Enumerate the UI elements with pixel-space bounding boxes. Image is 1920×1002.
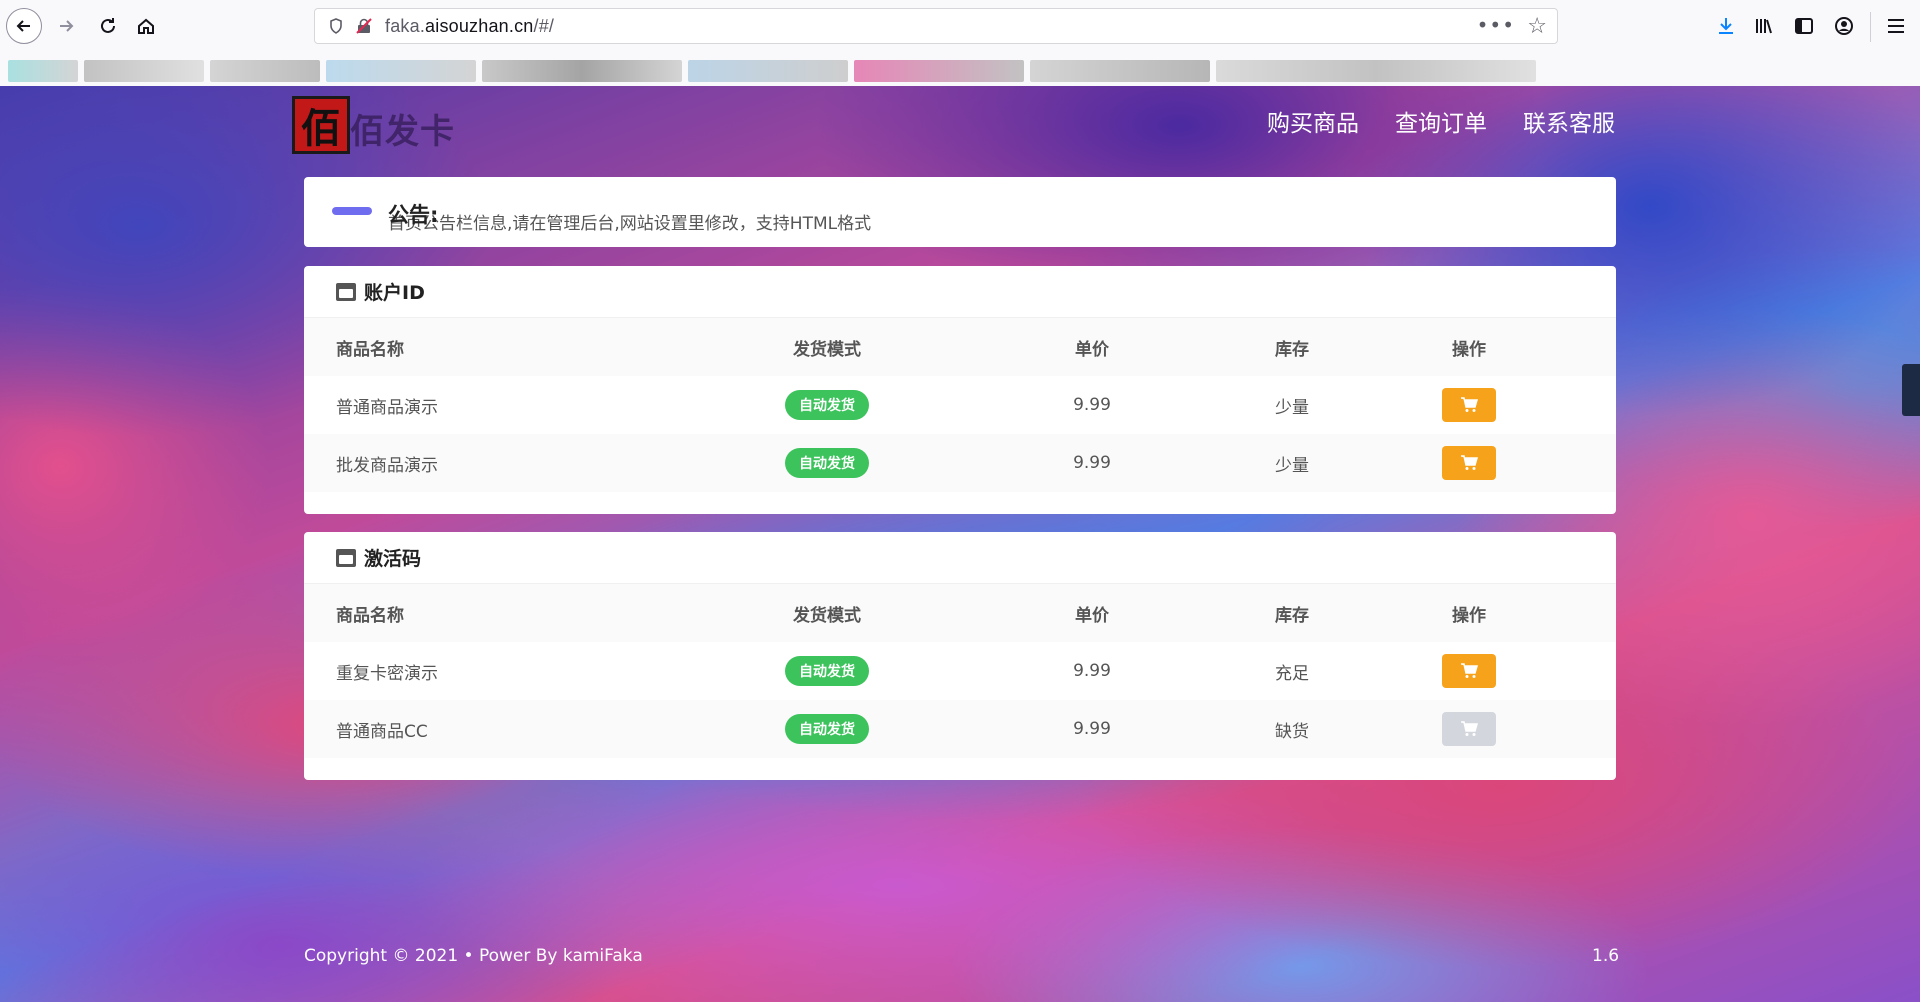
header-mode: 发货模式 (793, 605, 861, 626)
category-card: 账户ID 商品名称 发货模式 单价 库存 操作 普通商品演示 自动发货 9.99… (304, 266, 1616, 514)
url-text[interactable]: faka.aisouzhan.cn/#/ (385, 16, 554, 37)
header-stock: 库存 (1275, 339, 1309, 360)
bookmark-item[interactable] (688, 60, 848, 82)
delivery-badge: 自动发货 (785, 448, 869, 478)
bookmark-item[interactable] (210, 60, 320, 82)
header-name: 商品名称 (336, 339, 404, 360)
table-row: 重复卡密演示 自动发货 9.99 充足 (304, 642, 1616, 700)
bookmark-item[interactable] (326, 60, 476, 82)
bookmark-item[interactable] (854, 60, 1024, 82)
bookmarks-bar (0, 56, 1920, 86)
download-icon[interactable] (1710, 10, 1742, 42)
nav-buy-products[interactable]: 购买商品 (1267, 104, 1359, 138)
product-name: 普通商品演示 (336, 397, 438, 418)
site-nav: 购买商品 查询订单 联系客服 (1267, 104, 1615, 138)
product-price: 9.99 (1073, 661, 1111, 681)
footer-version: 1.6 (1592, 946, 1620, 966)
product-name: 重复卡密演示 (336, 663, 438, 684)
table-row: 普通商品演示 自动发货 9.99 少量 (304, 376, 1616, 434)
product-name: 普通商品CC (336, 721, 428, 742)
category-title: 账户ID (364, 282, 425, 304)
product-stock: 充足 (1275, 663, 1309, 684)
bookmark-item[interactable] (482, 60, 682, 82)
logo-mark: 佰 (292, 96, 350, 154)
browser-toolbar: faka.aisouzhan.cn/#/ ••• ☆ (0, 0, 1920, 86)
bookmark-star-icon[interactable]: ☆ (1527, 14, 1547, 39)
product-price: 9.99 (1073, 453, 1111, 473)
back-button[interactable] (6, 8, 42, 44)
notice-text: 首页公告栏信息,请在管理后台,网站设置里修改，支持HTML格式 (388, 214, 872, 234)
product-name: 批发商品演示 (336, 455, 438, 476)
category-header: 账户ID (304, 266, 1616, 318)
header-op: 操作 (1452, 339, 1486, 360)
delivery-badge: 自动发货 (785, 656, 869, 686)
delivery-badge: 自动发货 (785, 714, 869, 744)
insecure-lock-icon[interactable] (353, 15, 375, 37)
footer-copyright: Copyright © 2021 • Power By kamiFaka (304, 946, 643, 966)
buy-button[interactable] (1442, 654, 1496, 688)
product-price: 9.99 (1073, 395, 1111, 415)
cart-icon (1461, 721, 1478, 736)
product-stock: 缺货 (1275, 721, 1309, 742)
page-background: 佰 佰发卡 购买商品 查询订单 联系客服 首页公告栏信息,请在管理后台,网站设置… (0, 86, 1920, 1002)
home-icon (138, 18, 154, 34)
logo-name: 佰发卡 (350, 112, 455, 152)
home-button[interactable] (128, 8, 164, 44)
product-stock: 少量 (1275, 455, 1309, 476)
page-actions-button[interactable]: ••• (1477, 13, 1515, 37)
table-header: 商品名称 发货模式 单价 库存 操作 (304, 584, 1616, 642)
header-mode: 发货模式 (793, 339, 861, 360)
nav-query-order[interactable]: 查询订单 (1395, 104, 1487, 138)
arrow-left-icon (16, 20, 30, 32)
header-name: 商品名称 (336, 605, 404, 626)
header-op: 操作 (1452, 605, 1486, 626)
toolbar-divider (1870, 12, 1871, 42)
notice-accent-bar (332, 207, 372, 215)
store-icon (336, 548, 356, 567)
bookmark-item[interactable] (84, 60, 204, 82)
notice-title: 公告: (388, 203, 439, 227)
sidebar-icon[interactable] (1788, 10, 1820, 42)
buy-button[interactable] (1442, 388, 1496, 422)
table-row: 普通商品CC 自动发货 9.99 缺货 (304, 700, 1616, 758)
store-icon (336, 282, 356, 301)
cart-icon (1461, 663, 1478, 678)
header-price: 单价 (1075, 339, 1109, 360)
site-logo[interactable]: 佰 佰发卡 (292, 94, 470, 158)
notice-card: 首页公告栏信息,请在管理后台,网站设置里修改，支持HTML格式 公告: (304, 177, 1616, 247)
category-header: 激活码 (304, 532, 1616, 584)
reload-icon (101, 18, 115, 33)
buy-button[interactable] (1442, 446, 1496, 480)
bookmark-item[interactable] (1030, 60, 1210, 82)
header-price: 单价 (1075, 605, 1109, 626)
delivery-badge: 自动发货 (785, 390, 869, 420)
category-title: 激活码 (364, 548, 422, 570)
hamburger-menu-icon[interactable] (1880, 10, 1912, 42)
library-icon[interactable] (1748, 10, 1780, 42)
shield-icon[interactable] (325, 15, 347, 37)
side-widget-tab[interactable] (1902, 364, 1920, 416)
forward-button[interactable] (48, 8, 84, 44)
cart-icon (1461, 455, 1478, 470)
nav-contact-support[interactable]: 联系客服 (1523, 104, 1615, 138)
header-stock: 库存 (1275, 605, 1309, 626)
table-row: 批发商品演示 自动发货 9.99 少量 (304, 434, 1616, 492)
buy-button-disabled[interactable] (1442, 712, 1496, 746)
category-card: 激活码 商品名称 发货模式 单价 库存 操作 重复卡密演示 自动发货 9.99 … (304, 532, 1616, 780)
product-price: 9.99 (1073, 719, 1111, 739)
bookmark-item[interactable] (8, 60, 78, 82)
table-header: 商品名称 发货模式 单价 库存 操作 (304, 318, 1616, 376)
reload-button[interactable] (90, 8, 126, 44)
product-stock: 少量 (1275, 397, 1309, 418)
bookmark-item[interactable] (1216, 60, 1536, 82)
arrow-right-icon (60, 20, 74, 32)
cart-icon (1461, 397, 1478, 412)
account-icon[interactable] (1828, 10, 1860, 42)
url-bar[interactable]: faka.aisouzhan.cn/#/ ••• ☆ (314, 8, 1558, 44)
